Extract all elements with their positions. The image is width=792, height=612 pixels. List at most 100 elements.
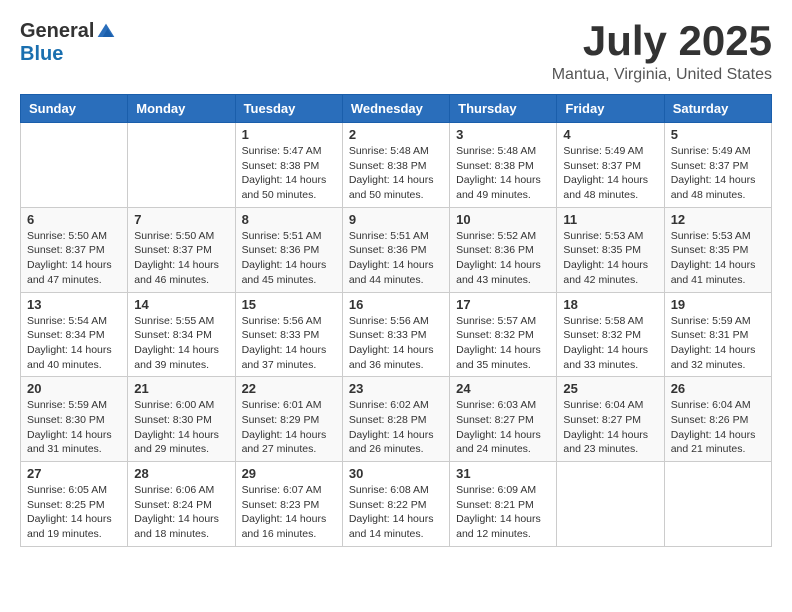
logo-general-text: General (20, 20, 94, 43)
calendar-week-row: 20 Sunrise: 5:59 AMSunset: 8:30 PMDaylig… (21, 377, 772, 462)
table-row (664, 462, 771, 547)
day-detail: Sunrise: 5:51 AMSunset: 8:36 PMDaylight:… (349, 229, 443, 288)
table-row: 4 Sunrise: 5:49 AMSunset: 8:37 PMDayligh… (557, 123, 664, 208)
day-detail: Sunrise: 6:04 AMSunset: 8:26 PMDaylight:… (671, 398, 765, 457)
table-row: 5 Sunrise: 5:49 AMSunset: 8:37 PMDayligh… (664, 123, 771, 208)
day-detail: Sunrise: 5:47 AMSunset: 8:38 PMDaylight:… (242, 144, 336, 203)
table-row: 7 Sunrise: 5:50 AMSunset: 8:37 PMDayligh… (128, 207, 235, 292)
day-detail: Sunrise: 5:53 AMSunset: 8:35 PMDaylight:… (671, 229, 765, 288)
table-row: 28 Sunrise: 6:06 AMSunset: 8:24 PMDaylig… (128, 462, 235, 547)
calendar-week-row: 6 Sunrise: 5:50 AMSunset: 8:37 PMDayligh… (21, 207, 772, 292)
day-detail: Sunrise: 5:55 AMSunset: 8:34 PMDaylight:… (134, 314, 228, 373)
table-row (128, 123, 235, 208)
table-row: 14 Sunrise: 5:55 AMSunset: 8:34 PMDaylig… (128, 292, 235, 377)
day-number: 3 (456, 127, 550, 142)
day-number: 11 (563, 212, 657, 227)
day-number: 2 (349, 127, 443, 142)
day-number: 21 (134, 381, 228, 396)
day-detail: Sunrise: 5:54 AMSunset: 8:34 PMDaylight:… (27, 314, 121, 373)
table-row: 27 Sunrise: 6:05 AMSunset: 8:25 PMDaylig… (21, 462, 128, 547)
day-detail: Sunrise: 5:50 AMSunset: 8:37 PMDaylight:… (134, 229, 228, 288)
day-number: 16 (349, 297, 443, 312)
header-sunday: Sunday (21, 95, 128, 123)
table-row: 22 Sunrise: 6:01 AMSunset: 8:29 PMDaylig… (235, 377, 342, 462)
calendar-table: Sunday Monday Tuesday Wednesday Thursday… (20, 94, 772, 547)
day-detail: Sunrise: 5:53 AMSunset: 8:35 PMDaylight:… (563, 229, 657, 288)
day-number: 23 (349, 381, 443, 396)
header-monday: Monday (128, 95, 235, 123)
day-number: 5 (671, 127, 765, 142)
table-row: 1 Sunrise: 5:47 AMSunset: 8:38 PMDayligh… (235, 123, 342, 208)
day-detail: Sunrise: 5:51 AMSunset: 8:36 PMDaylight:… (242, 229, 336, 288)
day-number: 31 (456, 466, 550, 481)
day-detail: Sunrise: 5:57 AMSunset: 8:32 PMDaylight:… (456, 314, 550, 373)
day-detail: Sunrise: 5:49 AMSunset: 8:37 PMDaylight:… (563, 144, 657, 203)
day-detail: Sunrise: 6:08 AMSunset: 8:22 PMDaylight:… (349, 483, 443, 542)
day-number: 15 (242, 297, 336, 312)
table-row: 30 Sunrise: 6:08 AMSunset: 8:22 PMDaylig… (342, 462, 449, 547)
day-detail: Sunrise: 6:04 AMSunset: 8:27 PMDaylight:… (563, 398, 657, 457)
day-detail: Sunrise: 5:50 AMSunset: 8:37 PMDaylight:… (27, 229, 121, 288)
day-number: 29 (242, 466, 336, 481)
table-row: 26 Sunrise: 6:04 AMSunset: 8:26 PMDaylig… (664, 377, 771, 462)
day-number: 17 (456, 297, 550, 312)
day-detail: Sunrise: 5:52 AMSunset: 8:36 PMDaylight:… (456, 229, 550, 288)
day-number: 8 (242, 212, 336, 227)
table-row: 29 Sunrise: 6:07 AMSunset: 8:23 PMDaylig… (235, 462, 342, 547)
day-number: 9 (349, 212, 443, 227)
day-number: 30 (349, 466, 443, 481)
location: Mantua, Virginia, United States (552, 66, 772, 84)
day-detail: Sunrise: 5:59 AMSunset: 8:31 PMDaylight:… (671, 314, 765, 373)
table-row: 6 Sunrise: 5:50 AMSunset: 8:37 PMDayligh… (21, 207, 128, 292)
day-detail: Sunrise: 5:58 AMSunset: 8:32 PMDaylight:… (563, 314, 657, 373)
table-row: 11 Sunrise: 5:53 AMSunset: 8:35 PMDaylig… (557, 207, 664, 292)
title-section: July 2025 Mantua, Virginia, United State… (552, 20, 772, 84)
day-number: 20 (27, 381, 121, 396)
calendar-week-row: 27 Sunrise: 6:05 AMSunset: 8:25 PMDaylig… (21, 462, 772, 547)
calendar-header-row: Sunday Monday Tuesday Wednesday Thursday… (21, 95, 772, 123)
day-detail: Sunrise: 6:09 AMSunset: 8:21 PMDaylight:… (456, 483, 550, 542)
day-detail: Sunrise: 5:49 AMSunset: 8:37 PMDaylight:… (671, 144, 765, 203)
day-number: 24 (456, 381, 550, 396)
day-detail: Sunrise: 5:48 AMSunset: 8:38 PMDaylight:… (349, 144, 443, 203)
day-detail: Sunrise: 5:48 AMSunset: 8:38 PMDaylight:… (456, 144, 550, 203)
day-number: 4 (563, 127, 657, 142)
header-wednesday: Wednesday (342, 95, 449, 123)
table-row: 10 Sunrise: 5:52 AMSunset: 8:36 PMDaylig… (450, 207, 557, 292)
day-number: 6 (27, 212, 121, 227)
day-number: 12 (671, 212, 765, 227)
day-number: 26 (671, 381, 765, 396)
table-row: 20 Sunrise: 5:59 AMSunset: 8:30 PMDaylig… (21, 377, 128, 462)
table-row: 21 Sunrise: 6:00 AMSunset: 8:30 PMDaylig… (128, 377, 235, 462)
day-detail: Sunrise: 5:56 AMSunset: 8:33 PMDaylight:… (242, 314, 336, 373)
day-detail: Sunrise: 6:06 AMSunset: 8:24 PMDaylight:… (134, 483, 228, 542)
table-row (21, 123, 128, 208)
day-number: 25 (563, 381, 657, 396)
header-tuesday: Tuesday (235, 95, 342, 123)
table-row: 2 Sunrise: 5:48 AMSunset: 8:38 PMDayligh… (342, 123, 449, 208)
calendar-week-row: 1 Sunrise: 5:47 AMSunset: 8:38 PMDayligh… (21, 123, 772, 208)
logo-blue-text: Blue (20, 43, 63, 66)
day-number: 14 (134, 297, 228, 312)
table-row: 18 Sunrise: 5:58 AMSunset: 8:32 PMDaylig… (557, 292, 664, 377)
table-row (557, 462, 664, 547)
header-thursday: Thursday (450, 95, 557, 123)
table-row: 3 Sunrise: 5:48 AMSunset: 8:38 PMDayligh… (450, 123, 557, 208)
page-header: General Blue July 2025 Mantua, Virginia,… (20, 20, 772, 84)
day-detail: Sunrise: 5:59 AMSunset: 8:30 PMDaylight:… (27, 398, 121, 457)
header-friday: Friday (557, 95, 664, 123)
day-number: 1 (242, 127, 336, 142)
calendar-week-row: 13 Sunrise: 5:54 AMSunset: 8:34 PMDaylig… (21, 292, 772, 377)
day-detail: Sunrise: 6:07 AMSunset: 8:23 PMDaylight:… (242, 483, 336, 542)
table-row: 24 Sunrise: 6:03 AMSunset: 8:27 PMDaylig… (450, 377, 557, 462)
day-number: 27 (27, 466, 121, 481)
day-number: 18 (563, 297, 657, 312)
day-number: 19 (671, 297, 765, 312)
table-row: 8 Sunrise: 5:51 AMSunset: 8:36 PMDayligh… (235, 207, 342, 292)
table-row: 9 Sunrise: 5:51 AMSunset: 8:36 PMDayligh… (342, 207, 449, 292)
table-row: 12 Sunrise: 5:53 AMSunset: 8:35 PMDaylig… (664, 207, 771, 292)
table-row: 23 Sunrise: 6:02 AMSunset: 8:28 PMDaylig… (342, 377, 449, 462)
table-row: 17 Sunrise: 5:57 AMSunset: 8:32 PMDaylig… (450, 292, 557, 377)
day-detail: Sunrise: 6:03 AMSunset: 8:27 PMDaylight:… (456, 398, 550, 457)
table-row: 31 Sunrise: 6:09 AMSunset: 8:21 PMDaylig… (450, 462, 557, 547)
